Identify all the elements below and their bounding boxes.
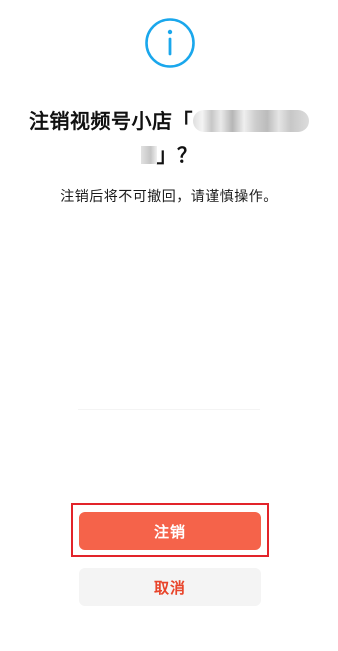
redacted-shop-name <box>193 109 309 132</box>
title-prefix: 注销视频号小店「 <box>29 109 193 133</box>
divider <box>78 409 260 410</box>
title-suffix: 」？ <box>156 143 198 167</box>
confirm-deactivate-button[interactable]: 注销 <box>79 512 261 550</box>
redacted-shop-name-tail <box>140 145 157 164</box>
info-icon <box>145 18 195 68</box>
dialog-title: 注销视频号小店「 」？ <box>18 104 320 172</box>
dialog-description: 注销后将不可撤回，请谨慎操作。 <box>60 189 278 205</box>
cancel-button[interactable]: 取消 <box>79 568 261 606</box>
